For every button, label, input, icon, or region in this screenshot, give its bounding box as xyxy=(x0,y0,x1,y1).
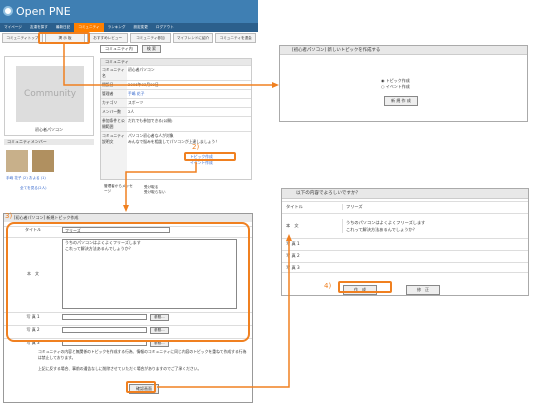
arrowhead-b xyxy=(286,234,292,241)
arrow-to-form xyxy=(125,162,197,206)
arrowhead-a xyxy=(272,82,279,88)
arrow-to-panel-a xyxy=(63,44,272,86)
arrow-to-panel-b xyxy=(157,240,290,388)
arrowhead-form xyxy=(123,205,129,212)
flow-arrows xyxy=(63,44,292,388)
